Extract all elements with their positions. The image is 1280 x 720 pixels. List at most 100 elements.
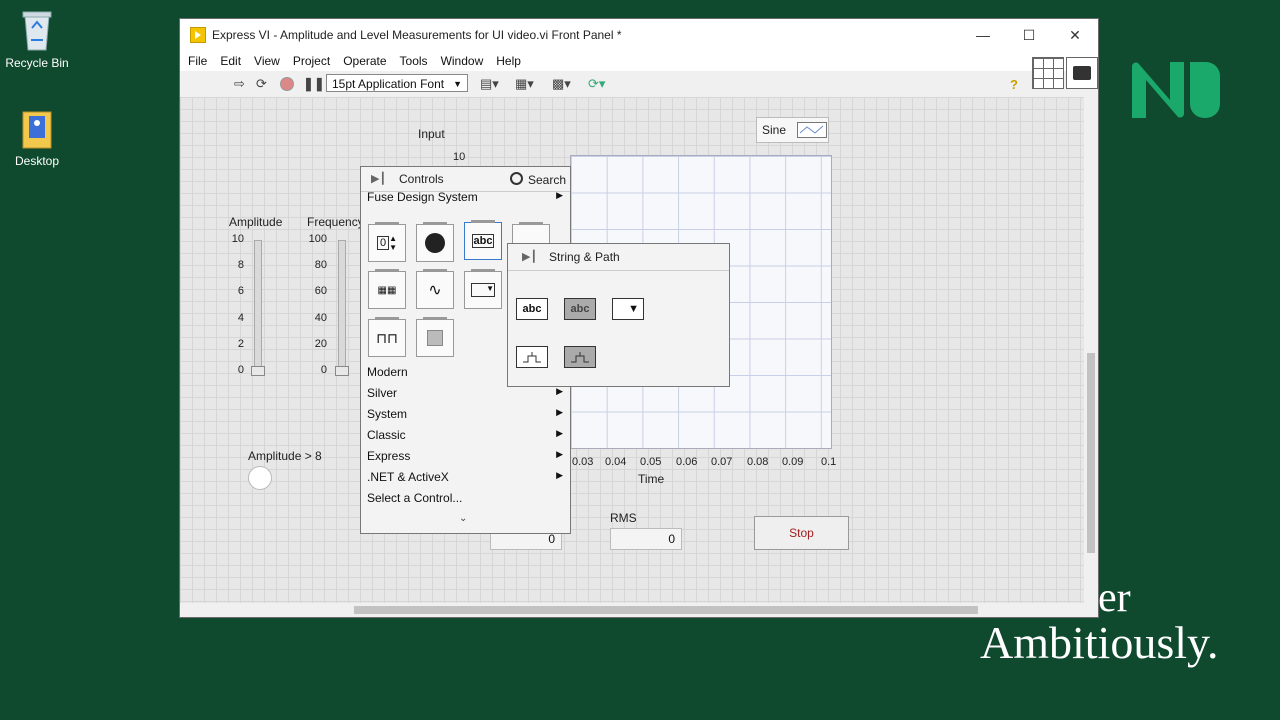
palette-category-system[interactable]: System ▶ bbox=[367, 407, 567, 421]
graph-icon[interactable]: ∿ bbox=[416, 269, 454, 309]
frequency-tick: 20 bbox=[314, 338, 327, 350]
decorations-icon[interactable] bbox=[416, 317, 454, 357]
amplitude-slider-track[interactable] bbox=[254, 240, 262, 372]
pin-icon[interactable]: ▶┃ bbox=[371, 172, 386, 185]
stop-button[interactable]: Stop bbox=[754, 516, 849, 550]
window-title: Express VI - Amplitude and Level Measure… bbox=[212, 28, 622, 42]
amplitude-tick: 2 bbox=[237, 338, 244, 350]
labview-app-icon bbox=[190, 27, 206, 43]
palette-select-control[interactable]: Select a Control... bbox=[367, 491, 567, 505]
amplitude-tick: 0 bbox=[237, 364, 244, 376]
palette-category-label: Modern bbox=[367, 365, 408, 379]
amplitude-tick: 8 bbox=[237, 259, 244, 271]
close-button[interactable]: ✕ bbox=[1052, 19, 1098, 51]
expand-palette-icon[interactable]: ⌄ bbox=[459, 513, 467, 524]
frequency-tick: 60 bbox=[314, 285, 327, 297]
frequency-tick: 40 bbox=[314, 312, 327, 324]
palette-category-silver[interactable]: Silver ▶ bbox=[367, 386, 567, 400]
frequency-slider-thumb[interactable] bbox=[335, 366, 349, 376]
menu-project[interactable]: Project bbox=[293, 54, 330, 68]
menu-window[interactable]: Window bbox=[441, 54, 484, 68]
x-tick: 0.06 bbox=[676, 456, 698, 468]
menu-view[interactable]: View bbox=[254, 54, 280, 68]
subpalette-header: ▶┃ String & Path bbox=[508, 244, 729, 271]
connector-pane-icon[interactable] bbox=[1032, 57, 1064, 89]
run-arrow-icon[interactable]: ⇨ bbox=[234, 75, 245, 93]
font-select-value: 15pt Application Font bbox=[332, 77, 445, 91]
signal-type-selector[interactable]: Sine bbox=[756, 117, 829, 143]
amplitude-tick: 4 bbox=[237, 312, 244, 324]
rms-label: RMS bbox=[610, 511, 637, 525]
palette-category-express[interactable]: Express ▶ bbox=[367, 449, 567, 463]
font-select[interactable]: 15pt Application Font ▼ bbox=[326, 74, 468, 92]
chevron-down-icon: ▼ bbox=[453, 79, 462, 89]
list-table-icon[interactable]: ▦▦ bbox=[368, 269, 406, 309]
recycle-bin-icon bbox=[17, 8, 57, 52]
help-icon[interactable]: ? bbox=[1010, 75, 1018, 93]
horizontal-scrollbar[interactable] bbox=[180, 603, 1086, 617]
abc-glyph: abc bbox=[471, 234, 495, 248]
distribute-objects-icon[interactable]: ▦▾ bbox=[515, 75, 534, 93]
numeric-control-icon[interactable]: 0 ▲ ▼ bbox=[368, 222, 406, 262]
x-tick: 0.08 bbox=[747, 456, 769, 468]
vertical-scrollbar[interactable] bbox=[1084, 97, 1098, 605]
palette-header: ▶┃ Controls Search bbox=[361, 167, 570, 192]
amplitude-label: Amplitude bbox=[229, 215, 283, 229]
x-tick: 0.03 bbox=[572, 456, 594, 468]
palette-category-fuse[interactable]: Fuse Design System ▶ bbox=[367, 190, 567, 204]
menu-help[interactable]: Help bbox=[496, 54, 521, 68]
combo-box-icon[interactable]: ▼ bbox=[612, 298, 644, 320]
x-tick: 0.07 bbox=[711, 456, 733, 468]
reorder-icon[interactable]: ⟳▾ bbox=[588, 75, 605, 93]
boolean-control-icon[interactable] bbox=[416, 222, 454, 262]
submenu-arrow-icon: ▶ bbox=[556, 449, 563, 459]
pin-icon[interactable]: ▶┃ bbox=[522, 250, 537, 263]
minimize-button[interactable]: — bbox=[960, 19, 1006, 51]
amplitude-gt-8-label: Amplitude > 8 bbox=[248, 449, 322, 463]
folder-icon bbox=[17, 106, 57, 150]
desktop-icon-recycle-bin[interactable]: Recycle Bin bbox=[1, 8, 73, 70]
ring-enum-icon[interactable]: ▼ bbox=[464, 269, 502, 309]
vi-icon[interactable] bbox=[1066, 57, 1098, 89]
desktop-icon-desktop[interactable]: Desktop bbox=[1, 106, 73, 168]
desktop-folder-label: Desktop bbox=[14, 154, 60, 168]
resize-objects-icon[interactable]: ▩▾ bbox=[552, 75, 571, 93]
sine-wave-icon bbox=[797, 122, 827, 138]
file-path-control-icon[interactable] bbox=[516, 346, 548, 368]
title-bar[interactable]: Express VI - Amplitude and Level Measure… bbox=[180, 19, 1098, 51]
string-control-icon[interactable]: abc bbox=[516, 298, 548, 320]
menu-edit[interactable]: Edit bbox=[220, 54, 241, 68]
abort-icon[interactable] bbox=[280, 75, 294, 93]
palette-category-label: .NET & ActiveX bbox=[367, 470, 449, 484]
search-label: Search bbox=[528, 173, 567, 187]
menu-file[interactable]: File bbox=[188, 54, 207, 68]
string-indicator-icon[interactable]: abc bbox=[564, 298, 596, 320]
amplitude-tick: 10 bbox=[231, 233, 244, 245]
search-button[interactable]: Search bbox=[506, 169, 568, 189]
menu-operate[interactable]: Operate bbox=[343, 54, 386, 68]
tagline-line2: Ambitiously. bbox=[980, 617, 1219, 668]
submenu-arrow-icon: ▶ bbox=[556, 190, 563, 200]
palette-category-label: Select a Control... bbox=[367, 491, 463, 505]
menu-bar: File Edit View Project Operate Tools Win… bbox=[180, 51, 1098, 71]
palette-category-dotnet[interactable]: .NET & ActiveX ▶ bbox=[367, 470, 567, 484]
palette-category-classic[interactable]: Classic ▶ bbox=[367, 428, 567, 442]
string-path-subpalette: ▶┃ String & Path abc abc ▼ bbox=[507, 243, 730, 387]
signal-type-value: Sine bbox=[762, 123, 787, 137]
recycle-bin-label: Recycle Bin bbox=[5, 56, 69, 70]
x-tick: 0.09 bbox=[782, 456, 804, 468]
string-path-icon[interactable]: abc bbox=[464, 220, 502, 260]
amplitude-slider-thumb[interactable] bbox=[251, 366, 265, 376]
io-signal-icon[interactable]: ⊓⊓ bbox=[368, 317, 406, 357]
align-objects-icon[interactable]: ▤▾ bbox=[480, 75, 499, 93]
horizontal-scroll-thumb[interactable] bbox=[354, 606, 978, 614]
amplitude-gt-8-led[interactable] bbox=[248, 466, 272, 490]
subpalette-title: String & Path bbox=[549, 250, 620, 264]
file-path-indicator-icon[interactable] bbox=[564, 346, 596, 368]
frequency-slider-track[interactable] bbox=[338, 240, 346, 372]
menu-tools[interactable]: Tools bbox=[400, 54, 428, 68]
maximize-button[interactable]: ☐ bbox=[1006, 19, 1052, 51]
vertical-scroll-thumb[interactable] bbox=[1087, 353, 1095, 553]
run-continuously-icon[interactable]: ⟳ bbox=[256, 75, 267, 93]
pause-icon[interactable]: ❚❚ bbox=[303, 75, 325, 93]
